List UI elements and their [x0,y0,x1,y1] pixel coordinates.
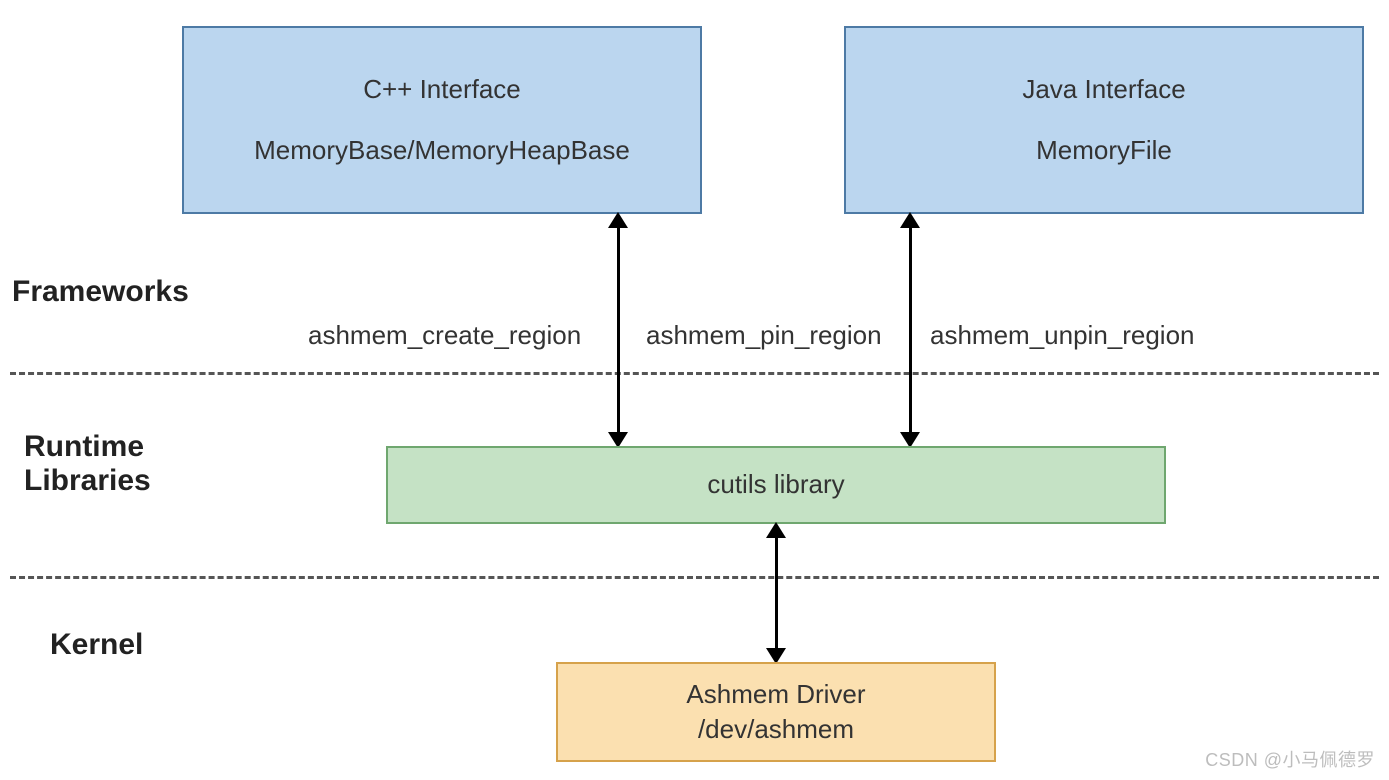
api-unpin: ashmem_unpin_region [930,320,1195,351]
diagram-canvas: C++ Interface MemoryBase/MemoryHeapBase … [0,0,1389,780]
section-runtime: Runtime Libraries [24,430,151,498]
box-java-sub: MemoryFile [1036,133,1172,168]
box-cutils-title: cutils library [707,467,844,502]
api-create: ashmem_create_region [308,320,581,351]
divider-frameworks-runtime [10,372,1379,375]
box-java-title: Java Interface [1022,72,1185,107]
divider-runtime-kernel [10,576,1379,579]
api-pin: ashmem_pin_region [646,320,882,351]
section-kernel: Kernel [50,628,143,662]
box-ashmem-driver: Ashmem Driver /dev/ashmem [556,662,996,762]
box-cpp-interface: C++ Interface MemoryBase/MemoryHeapBase [182,26,702,214]
box-driver-sub: /dev/ashmem [698,712,854,747]
box-cpp-sub: MemoryBase/MemoryHeapBase [254,133,630,168]
box-driver-title: Ashmem Driver [686,677,865,712]
box-cpp-title: C++ Interface [363,72,521,107]
watermark: CSDN @小马佩德罗 [1205,746,1375,772]
box-cutils: cutils library [386,446,1166,524]
section-frameworks: Frameworks [12,275,189,309]
box-java-interface: Java Interface MemoryFile [844,26,1364,214]
